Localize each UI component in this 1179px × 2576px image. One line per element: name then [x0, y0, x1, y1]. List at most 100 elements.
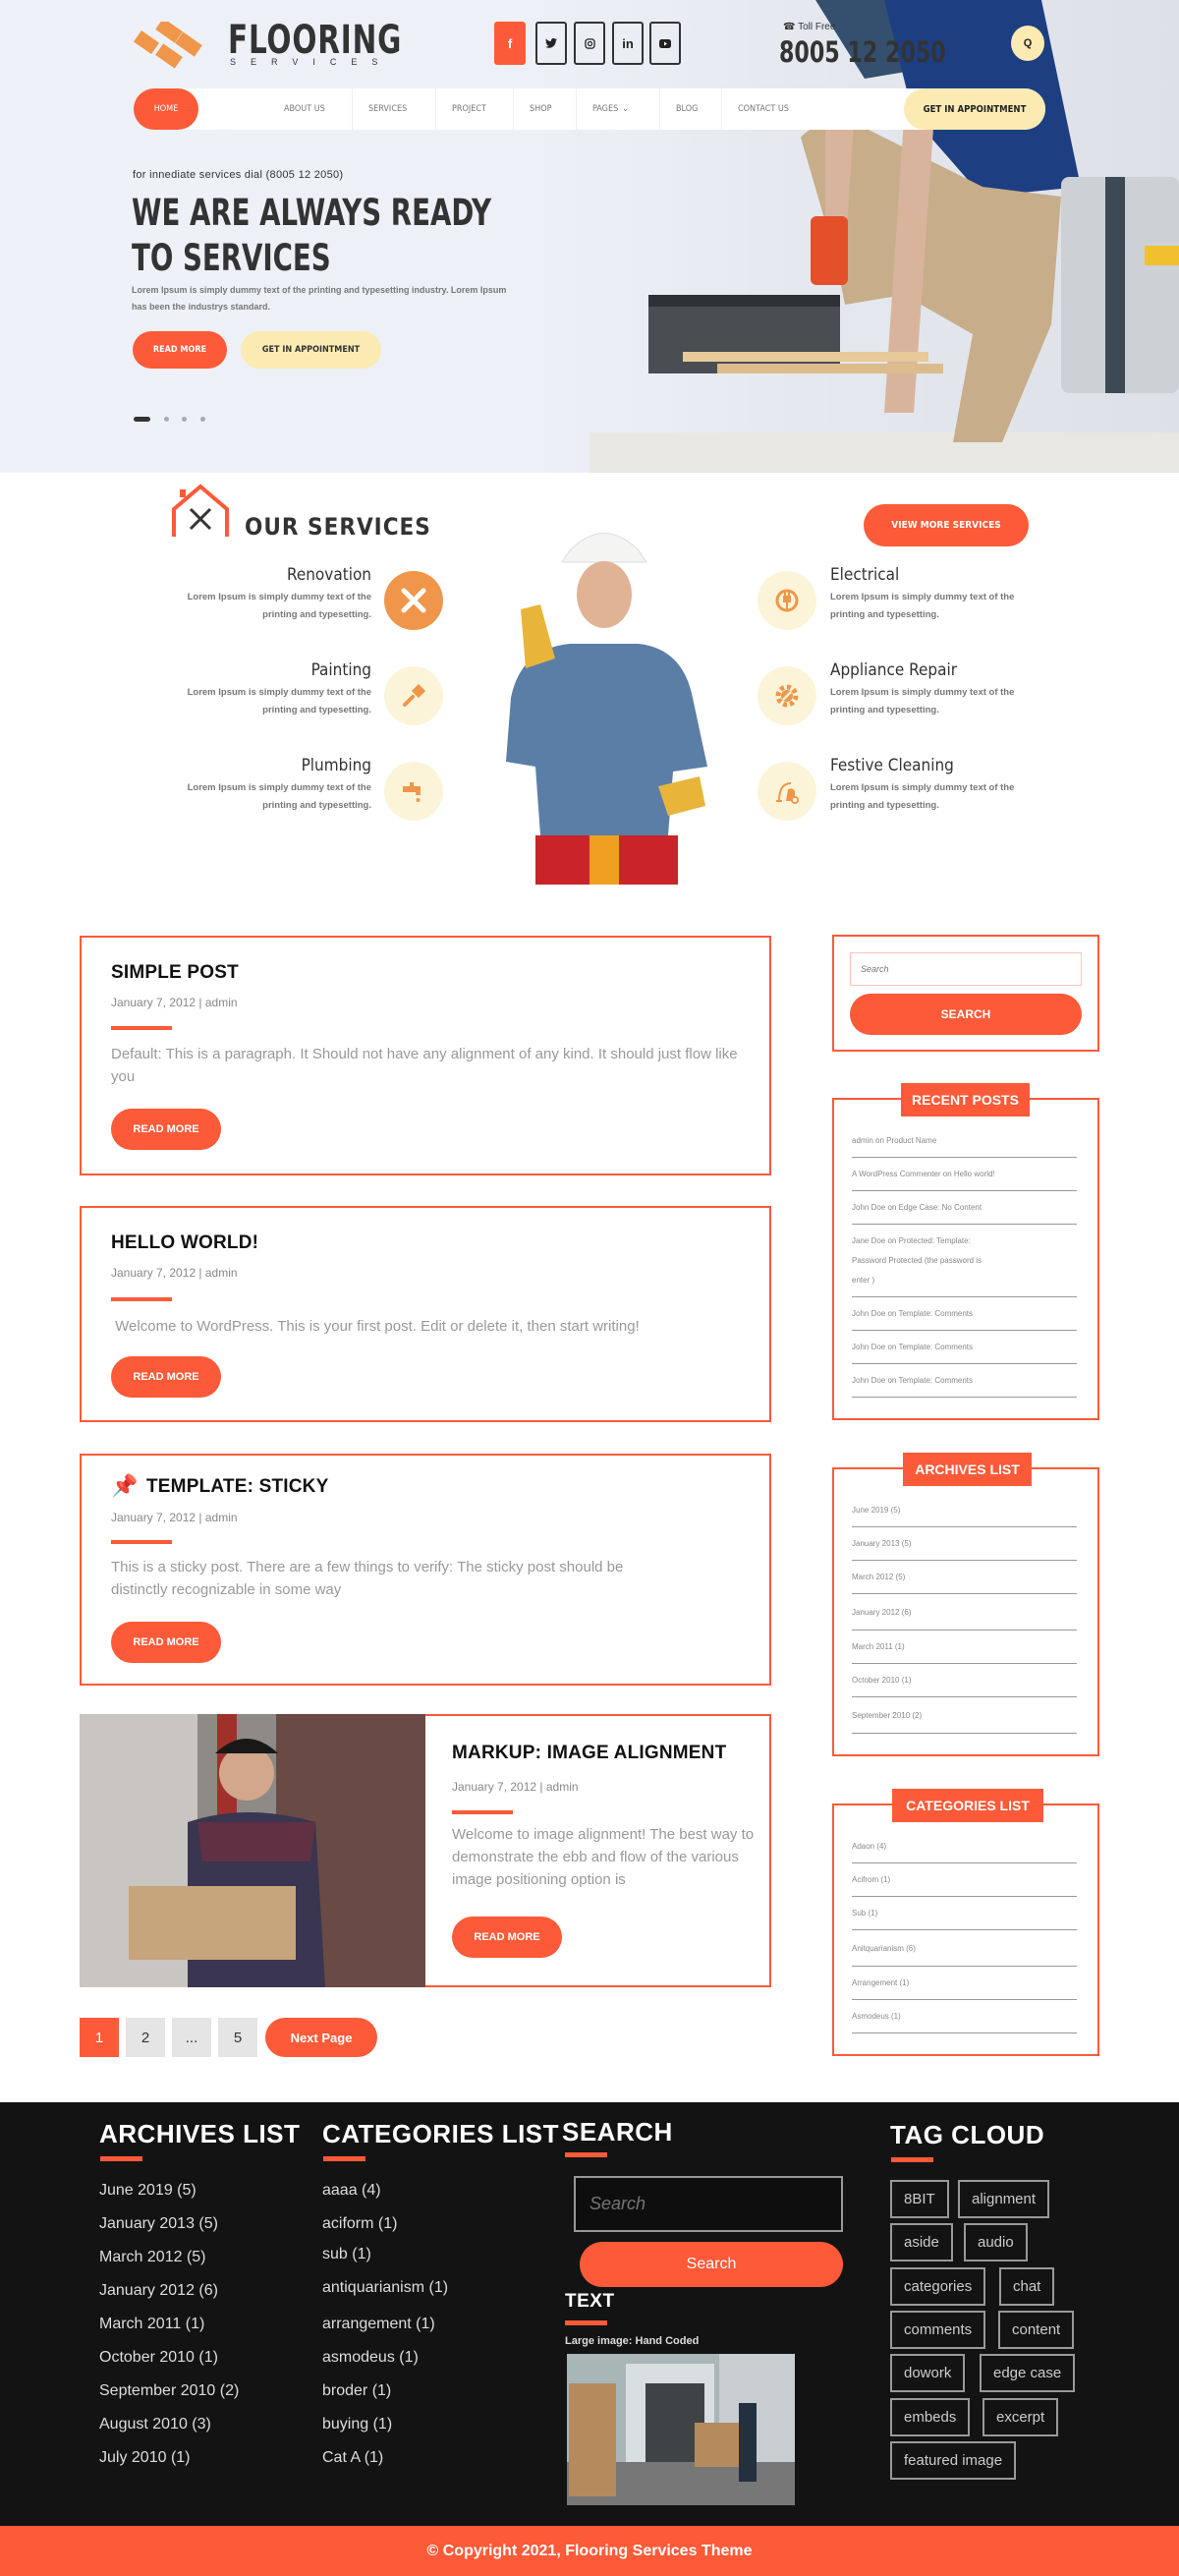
recent-post-link[interactable]: admin on Product Name: [852, 1124, 1077, 1158]
slider-dot-2[interactable]: [164, 417, 169, 422]
footer-category-link[interactable]: aciform (1): [322, 2207, 448, 2241]
twitter-icon[interactable]: [535, 22, 567, 65]
nav-home[interactable]: HOME: [134, 88, 198, 130]
sidebar-search-button[interactable]: SEARCH: [850, 994, 1082, 1035]
footer-category-link[interactable]: Cat A (1): [322, 2441, 448, 2475]
hero-read-more-button[interactable]: READ MORE: [133, 331, 227, 369]
category-link[interactable]: Asmodeus (1): [852, 2000, 1077, 2033]
recent-post-link[interactable]: John Doe on Edge Case: No Content: [852, 1191, 1077, 1225]
post-image[interactable]: [80, 1714, 425, 1987]
page-1[interactable]: 1: [80, 2018, 119, 2057]
service-painting[interactable]: Painting Lorem Ipsum is simply dummy tex…: [165, 660, 371, 719]
tag-link[interactable]: alignment: [958, 2180, 1050, 2218]
category-link[interactable]: Sub (1): [852, 1897, 1077, 1930]
post-title[interactable]: SIMPLE POST: [111, 962, 239, 984]
footer-category-link[interactable]: sub (1): [322, 2241, 448, 2268]
post-title[interactable]: MARKUP: IMAGE ALIGNMENT: [452, 1743, 726, 1764]
category-link[interactable]: Adaon (4): [852, 1830, 1077, 1863]
service-festive-cleaning[interactable]: Festive Cleaning Lorem Ipsum is simply d…: [830, 756, 1046, 815]
footer-archive-link[interactable]: July 2010 (1): [99, 2441, 239, 2475]
footer-category-link[interactable]: asmodeus (1): [322, 2341, 448, 2375]
footer-category-link[interactable]: arrangement (1): [322, 2308, 448, 2341]
slider-dot-3[interactable]: [182, 417, 187, 422]
archive-link[interactable]: March 2012 (5): [852, 1561, 1077, 1594]
categories-title: CATEGORIES LIST: [892, 1789, 1043, 1822]
nav-shop[interactable]: SHOP: [513, 88, 552, 130]
service-plumbing[interactable]: Plumbing Lorem Ipsum is simply dummy tex…: [165, 756, 371, 815]
archive-link[interactable]: September 2010 (2): [852, 1697, 1077, 1734]
facebook-icon[interactable]: f: [494, 22, 526, 65]
archive-link[interactable]: January 2013 (5): [852, 1527, 1077, 1561]
tag-link[interactable]: embeds: [890, 2398, 971, 2436]
view-more-services-button[interactable]: VIEW MORE SERVICES: [864, 504, 1029, 546]
tag-link[interactable]: featured image: [890, 2441, 1017, 2480]
nav-project[interactable]: PROJECT: [435, 88, 486, 130]
youtube-icon[interactable]: [649, 22, 681, 65]
linkedin-icon[interactable]: in: [612, 22, 644, 65]
footer-archive-link[interactable]: August 2010 (3): [99, 2408, 239, 2441]
footer-archive-link[interactable]: January 2013 (5): [99, 2207, 239, 2241]
read-more-button[interactable]: READ MORE: [111, 1356, 221, 1398]
read-more-button[interactable]: READ MORE: [111, 1622, 221, 1663]
footer-search-input[interactable]: [574, 2176, 843, 2232]
footer-archive-link[interactable]: March 2012 (5): [99, 2241, 239, 2274]
footer-search-button[interactable]: Search: [580, 2242, 843, 2287]
footer-archive-link[interactable]: September 2010 (2): [99, 2375, 239, 2408]
toll-free-label: ☎ Toll Free: [783, 22, 835, 32]
tag-link[interactable]: excerpt: [982, 2398, 1059, 2436]
tag-link[interactable]: categories: [890, 2267, 986, 2306]
sidebar-search-input[interactable]: [850, 952, 1082, 986]
header-search-button[interactable]: Q: [1011, 26, 1044, 61]
recent-post-link[interactable]: John Doe on Template: Comments: [852, 1331, 1077, 1364]
tag-link[interactable]: dowork: [890, 2354, 966, 2392]
tag-link[interactable]: edge case: [980, 2354, 1076, 2392]
nav-about-us[interactable]: ABOUT US: [268, 88, 325, 130]
nav-blog[interactable]: BLOG: [659, 88, 698, 130]
read-more-button[interactable]: READ MORE: [452, 1917, 562, 1958]
footer-category-link[interactable]: antiquarianism (1): [322, 2268, 448, 2308]
tag-link[interactable]: audio: [964, 2223, 1028, 2261]
post-title[interactable]: TEMPLATE: STICKY: [146, 1476, 328, 1498]
tag-link[interactable]: content: [998, 2311, 1075, 2349]
page-2[interactable]: 2: [126, 2018, 165, 2057]
service-appliance-repair[interactable]: Appliance Repair Lorem Ipsum is simply d…: [830, 660, 1046, 719]
footer-archive-link[interactable]: October 2010 (1): [99, 2341, 239, 2375]
recent-post-link[interactable]: John Doe on Template: Comments: [852, 1297, 1077, 1331]
service-electrical[interactable]: Electrical Lorem Ipsum is simply dummy t…: [830, 565, 1046, 624]
tag-link[interactable]: comments: [890, 2311, 986, 2349]
footer-category-link[interactable]: buying (1): [322, 2408, 448, 2441]
footer-archive-link[interactable]: January 2012 (6): [99, 2274, 239, 2308]
page-5[interactable]: 5: [218, 2018, 257, 2057]
tag-link[interactable]: 8BIT: [890, 2180, 949, 2218]
archives-widget: ARCHIVES LIST June 2019 (5) January 2013 …: [832, 1453, 1099, 1756]
post-title[interactable]: HELLO WORLD!: [111, 1232, 258, 1254]
footer-archive-link[interactable]: March 2011 (1): [99, 2308, 239, 2341]
recent-post-link[interactable]: John Doe on Template: Comments: [852, 1364, 1077, 1398]
footer-category-link[interactable]: broder (1): [322, 2375, 448, 2408]
hero-appointment-button[interactable]: GET IN APPOINTMENT: [241, 331, 381, 369]
archive-link[interactable]: June 2019 (5): [852, 1494, 1077, 1527]
read-more-button[interactable]: READ MORE: [111, 1109, 221, 1150]
footer-archive-link[interactable]: June 2019 (5): [99, 2174, 239, 2207]
nav-contact-us[interactable]: CONTACT US: [721, 88, 789, 130]
category-link[interactable]: Anitquarianism (6): [852, 1930, 1077, 1967]
recent-post-link[interactable]: A WordPress Commenter on Hello world!: [852, 1158, 1077, 1191]
recent-post-link[interactable]: Jane Doe on Protected: Template: Passwor…: [852, 1225, 1077, 1297]
next-page-button[interactable]: Next Page: [265, 2018, 377, 2057]
archive-link[interactable]: January 2012 (6): [852, 1594, 1077, 1631]
archive-link[interactable]: March 2011 (1): [852, 1631, 1077, 1664]
instagram-icon[interactable]: [574, 22, 605, 65]
toll-free-number[interactable]: 8005 12 2050: [779, 35, 946, 69]
tag-link[interactable]: chat: [999, 2267, 1055, 2306]
slider-dot-1[interactable]: [134, 417, 150, 422]
nav-appointment-button[interactable]: GET IN APPOINTMENT: [904, 88, 1045, 130]
category-link[interactable]: Arrangement (1): [852, 1967, 1077, 2000]
category-link[interactable]: Acifrom (1): [852, 1863, 1077, 1897]
footer-category-link[interactable]: aaaa (4): [322, 2174, 448, 2207]
nav-pages[interactable]: PAGES ⌄: [576, 88, 629, 130]
nav-services[interactable]: SERVICES: [352, 88, 407, 130]
tag-link[interactable]: aside: [890, 2223, 953, 2261]
service-renovation[interactable]: Renovation Lorem Ipsum is simply dummy t…: [165, 565, 371, 624]
slider-dot-4[interactable]: [200, 417, 205, 422]
archive-link[interactable]: October 2010 (1): [852, 1664, 1077, 1697]
